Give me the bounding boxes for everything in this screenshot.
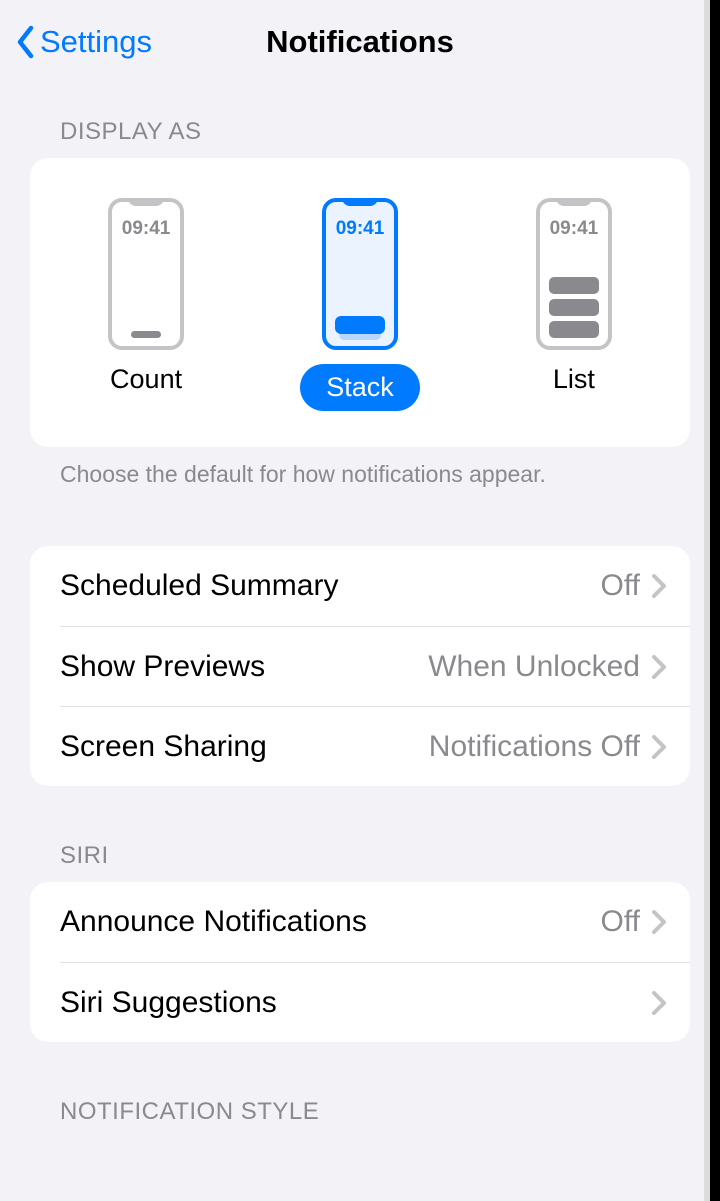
row-scheduled-summary[interactable]: Scheduled Summary Off [30, 546, 690, 626]
chevron-right-icon [652, 910, 666, 934]
chevron-right-icon [652, 655, 666, 679]
phone-time: 09:41 [112, 218, 180, 240]
row-label: Announce Notifications [60, 905, 367, 939]
phone-mock-count: 09:41 [108, 198, 184, 350]
siri-card: Announce Notifications Off Siri Suggesti… [30, 882, 690, 1042]
phone-notch-icon [556, 198, 592, 206]
row-label: Screen Sharing [60, 730, 267, 764]
chevron-left-icon [16, 25, 36, 59]
display-option-stack[interactable]: 09:41 Stack [300, 198, 420, 411]
stack-pill-icon [335, 316, 385, 334]
row-trailing: Notifications Off [429, 730, 666, 764]
row-screen-sharing[interactable]: Screen Sharing Notifications Off [60, 706, 690, 786]
page-title: Notifications [266, 24, 454, 60]
option-label-count: Count [110, 364, 182, 395]
list-item-icon [549, 299, 599, 316]
row-show-previews[interactable]: Show Previews When Unlocked [60, 626, 690, 706]
back-button[interactable]: Settings [16, 24, 152, 60]
phone-time: 09:41 [326, 218, 394, 240]
row-value: Off [601, 905, 640, 939]
row-value: Notifications Off [429, 730, 640, 764]
display-as-card: 09:41 Count 09:41 Stack 09:41 [30, 158, 690, 447]
window-border [710, 0, 720, 1201]
notification-style-header: NOTIFICATION STYLE [0, 1042, 720, 1138]
row-trailing: Off [601, 905, 666, 939]
chevron-right-icon [652, 574, 666, 598]
list-item-icon [549, 277, 599, 294]
count-pill-icon [131, 331, 161, 338]
list-items-icon [549, 277, 599, 338]
phone-mock-stack: 09:41 [322, 198, 398, 350]
display-option-list[interactable]: 09:41 List [536, 198, 612, 411]
phone-notch-icon [128, 198, 164, 206]
row-siri-suggestions[interactable]: Siri Suggestions [60, 962, 690, 1042]
row-announce-notifications[interactable]: Announce Notifications Off [30, 882, 690, 962]
row-label: Show Previews [60, 650, 265, 684]
phone-time: 09:41 [540, 218, 608, 240]
display-footer: Choose the default for how notifications… [0, 447, 720, 488]
row-value: When Unlocked [428, 650, 640, 684]
back-label: Settings [40, 24, 152, 60]
general-settings-card: Scheduled Summary Off Show Previews When… [30, 546, 690, 786]
row-trailing: When Unlocked [428, 650, 666, 684]
display-options: 09:41 Count 09:41 Stack 09:41 [30, 158, 690, 447]
display-as-header: DISPLAY AS [0, 84, 720, 158]
row-label: Siri Suggestions [60, 986, 277, 1020]
stack-shadow-icon [339, 334, 381, 340]
row-trailing: Off [601, 569, 666, 603]
phone-notch-icon [342, 198, 378, 206]
phone-mock-list: 09:41 [536, 198, 612, 350]
chevron-right-icon [652, 735, 666, 759]
option-label-list: List [553, 364, 595, 395]
list-item-icon [549, 321, 599, 338]
nav-header: Settings Notifications [0, 0, 720, 84]
chevron-right-icon [652, 991, 666, 1015]
row-value: Off [601, 569, 640, 603]
row-label: Scheduled Summary [60, 569, 338, 603]
display-option-count[interactable]: 09:41 Count [108, 198, 184, 411]
row-trailing [640, 991, 666, 1015]
option-label-stack: Stack [300, 364, 420, 411]
siri-header: SIRI [0, 786, 720, 882]
